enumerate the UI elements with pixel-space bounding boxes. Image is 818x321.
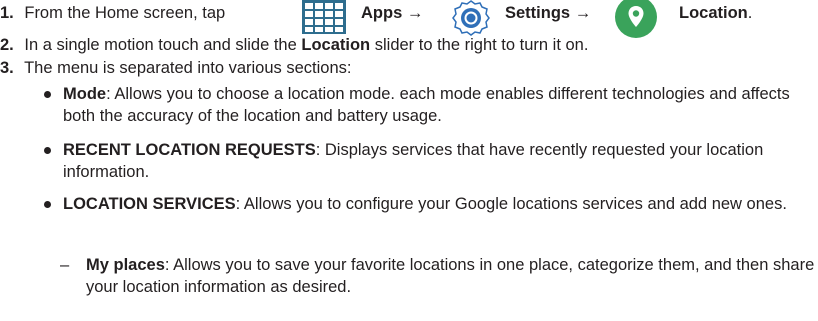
settings-label-group: Settings → (505, 2, 591, 24)
bullet-dot (44, 201, 51, 208)
apps-grid-icon (302, 0, 346, 34)
arrow: → (574, 4, 592, 22)
subsection-title: My places (86, 256, 165, 274)
settings-label: Settings (505, 4, 571, 22)
step-2: 2. In a single motion touch and slide th… (0, 34, 588, 56)
section-title: RECENT LOCATION REQUESTS (63, 141, 316, 159)
settings-gear-icon (449, 0, 493, 38)
bullet-dot (44, 147, 51, 154)
section-title: LOCATION SERVICES (63, 195, 236, 213)
step-number: 1. (0, 4, 14, 22)
list-item: LOCATION SERVICES: Allows you to configu… (63, 193, 818, 215)
step-text: slider to the right to turn it on. (374, 36, 589, 54)
bullet-dot (44, 91, 51, 98)
location-label-group: Location. (679, 2, 752, 24)
section-text: : Allows you to choose a location mode. … (63, 85, 790, 125)
arrow: → (406, 4, 424, 22)
step-1: 1. From the Home screen, tap (0, 2, 225, 24)
subsection-text: : Allows you to save your favorite locat… (86, 256, 815, 296)
dash-marker: – (60, 256, 70, 274)
step-text: In a single motion touch and slide the (24, 36, 297, 54)
location-label: Location (679, 4, 748, 22)
list-item: RECENT LOCATION REQUESTS: Displays servi… (63, 139, 818, 183)
list-item: Mode: Allows you to choose a location mo… (63, 83, 818, 127)
apps-label: Apps (361, 4, 403, 22)
step-number: 3. (0, 59, 14, 77)
apps-label-group: Apps → (361, 2, 423, 24)
step-text: From the Home screen, tap (24, 4, 226, 22)
location-slider-label: Location (301, 36, 371, 54)
section-title: Mode (63, 85, 107, 103)
period: . (747, 4, 753, 22)
step-number: 2. (0, 36, 14, 54)
step-3: 3. The menu is separated into various se… (0, 57, 351, 79)
location-pin-icon (615, 0, 657, 38)
list-item: My places: Allows you to save your favor… (86, 254, 818, 298)
section-text: : Allows you to configure your Google lo… (235, 195, 787, 213)
step-text: The menu is separated into various secti… (24, 59, 352, 77)
